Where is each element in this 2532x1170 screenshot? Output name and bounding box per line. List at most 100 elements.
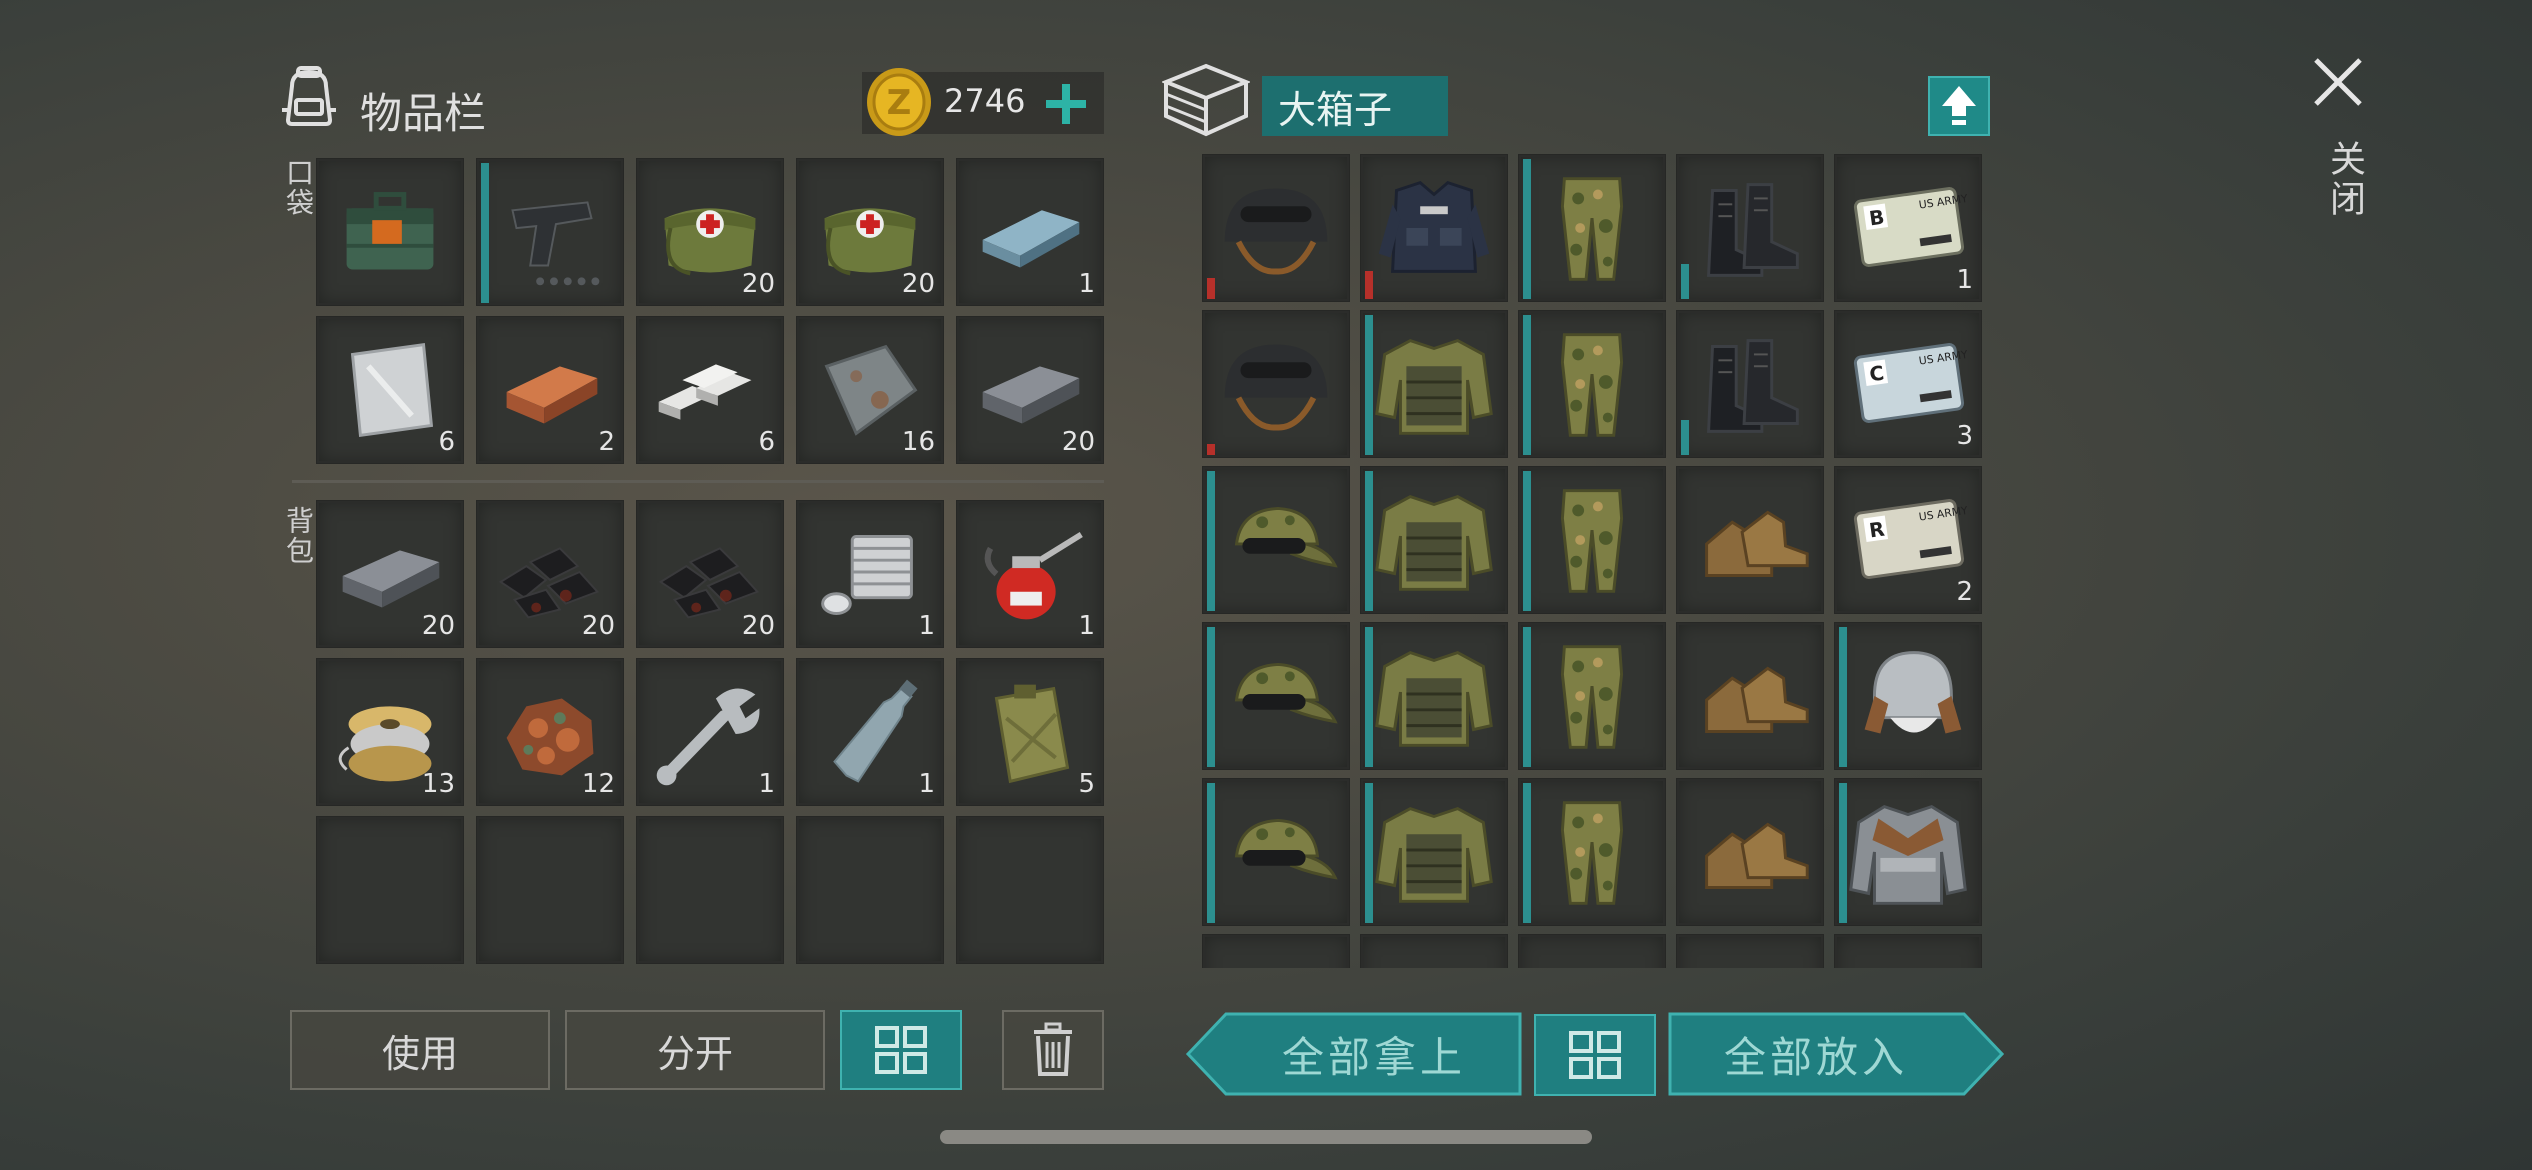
container-title: 大箱子 <box>1262 76 1448 136</box>
container-sort-button[interactable] <box>1534 1014 1656 1096</box>
item-slot[interactable]: 1 <box>636 658 784 806</box>
item-slot[interactable]: 20 <box>636 500 784 648</box>
item-slot[interactable]: 12 <box>476 658 624 806</box>
item-slot[interactable] <box>1360 778 1508 926</box>
item-slot[interactable]: 20 <box>956 316 1104 464</box>
item-count: 2 <box>598 427 615 457</box>
empty-slot[interactable] <box>1360 934 1508 968</box>
item-count: 3 <box>1956 421 1973 451</box>
empty-slot[interactable] <box>1518 934 1666 968</box>
close-icon[interactable] <box>2310 54 2366 110</box>
item-slot[interactable] <box>1676 154 1824 302</box>
item-slot[interactable]: 16 <box>796 316 944 464</box>
svg-text:B: B <box>1868 206 1886 231</box>
item-slot[interactable] <box>1676 778 1824 926</box>
grid-sort-icon <box>875 1026 927 1074</box>
camo-jacket-icon <box>1375 338 1493 435</box>
item-slot[interactable] <box>476 158 624 306</box>
item-slot[interactable]: 2 <box>476 316 624 464</box>
item-slot[interactable] <box>1518 778 1666 926</box>
item-count: 2 <box>1956 577 1973 607</box>
grid-sort-icon <box>1569 1031 1621 1079</box>
empty-slot[interactable] <box>1676 934 1824 968</box>
camo-pants-icon <box>1560 489 1624 593</box>
item-slot[interactable]: 20 <box>316 500 464 648</box>
item-slot[interactable] <box>1518 466 1666 614</box>
item-slot[interactable] <box>316 158 464 306</box>
item-slot[interactable]: C US ARMY 3 <box>1834 310 1982 458</box>
item-slot[interactable] <box>1676 622 1824 770</box>
item-slot[interactable] <box>1202 310 1350 458</box>
close-label[interactable]: 关闭 <box>2318 140 2370 220</box>
item-slot[interactable]: 6 <box>316 316 464 464</box>
item-count: 12 <box>581 769 615 799</box>
item-slot[interactable] <box>1360 466 1508 614</box>
item-slot[interactable]: 13 <box>316 658 464 806</box>
item-slot[interactable] <box>1360 622 1508 770</box>
item-slot[interactable]: 6 <box>636 316 784 464</box>
item-slot[interactable]: R US ARMY 2 <box>1834 466 1982 614</box>
item-slot[interactable] <box>1676 310 1824 458</box>
item-count: 13 <box>421 769 455 799</box>
camo-jacket-icon <box>1375 494 1493 591</box>
item-count: 1 <box>1956 265 1973 295</box>
item-slot[interactable]: 20 <box>476 500 624 648</box>
item-slot[interactable]: 1 <box>956 500 1104 648</box>
plus-icon[interactable] <box>1042 80 1090 128</box>
leather-boots-icon <box>1705 822 1809 889</box>
item-count: 20 <box>1061 427 1095 457</box>
empty-slot[interactable] <box>316 816 464 964</box>
item-slot[interactable]: 20 <box>636 158 784 306</box>
delete-button[interactable] <box>1002 1010 1104 1090</box>
combat-boots-icon <box>1707 339 1799 433</box>
item-slot[interactable] <box>1360 310 1508 458</box>
item-slot[interactable]: 1 <box>796 658 944 806</box>
container-grid: B US ARMY 1 C US ARMY 3 R US ARMY 2 <box>1198 154 1990 968</box>
camo-jacket-icon <box>1375 806 1493 903</box>
item-slot[interactable] <box>1202 778 1350 926</box>
use-button[interactable]: 使用 <box>290 1010 550 1090</box>
empty-slot[interactable] <box>476 816 624 964</box>
item-count: 6 <box>758 427 775 457</box>
item-count: 20 <box>741 269 775 299</box>
coin-icon: Z <box>867 68 931 136</box>
empty-slot[interactable] <box>636 816 784 964</box>
item-count: 20 <box>901 269 935 299</box>
camo-cap-icon <box>1234 662 1338 724</box>
item-slot[interactable] <box>1202 154 1350 302</box>
item-count: 1 <box>1078 269 1095 299</box>
item-slot[interactable] <box>1834 778 1982 926</box>
upload-arrow-icon <box>1942 86 1976 125</box>
leather-boots-icon <box>1705 666 1809 733</box>
empty-slot[interactable] <box>1834 934 1982 968</box>
item-slot[interactable] <box>1834 622 1982 770</box>
coin-count: 2746 <box>944 82 1026 120</box>
durability-bar <box>481 163 489 303</box>
container-grid-viewport[interactable]: B US ARMY 1 C US ARMY 3 R US ARMY 2 <box>1198 154 1990 968</box>
empty-slot[interactable] <box>1202 934 1350 968</box>
item-slot[interactable]: B US ARMY 1 <box>1834 154 1982 302</box>
item-slot[interactable]: 5 <box>956 658 1104 806</box>
backpack-icon <box>282 66 336 126</box>
item-slot[interactable]: 1 <box>796 500 944 648</box>
item-slot[interactable] <box>1676 466 1824 614</box>
item-slot[interactable] <box>1518 310 1666 458</box>
item-slot[interactable] <box>1518 622 1666 770</box>
item-slot[interactable] <box>1202 466 1350 614</box>
item-slot[interactable] <box>1360 154 1508 302</box>
svg-text:Z: Z <box>887 83 912 123</box>
upload-button[interactable] <box>1928 76 1990 136</box>
inventory-sort-button[interactable] <box>840 1010 962 1090</box>
empty-slot[interactable] <box>796 816 944 964</box>
split-button[interactable]: 分开 <box>565 1010 825 1090</box>
item-slot[interactable]: 20 <box>796 158 944 306</box>
item-slot[interactable]: 1 <box>956 158 1104 306</box>
item-slot[interactable] <box>1518 154 1666 302</box>
camo-cap-icon <box>1234 818 1338 880</box>
empty-slot[interactable] <box>956 816 1104 964</box>
section-backpack-label: 背包 <box>282 506 315 566</box>
item-slot[interactable] <box>1202 622 1350 770</box>
leather-boots-icon <box>1705 510 1809 577</box>
inventory-title: 物品栏 <box>360 89 487 138</box>
trash-icon <box>1034 1022 1072 1076</box>
